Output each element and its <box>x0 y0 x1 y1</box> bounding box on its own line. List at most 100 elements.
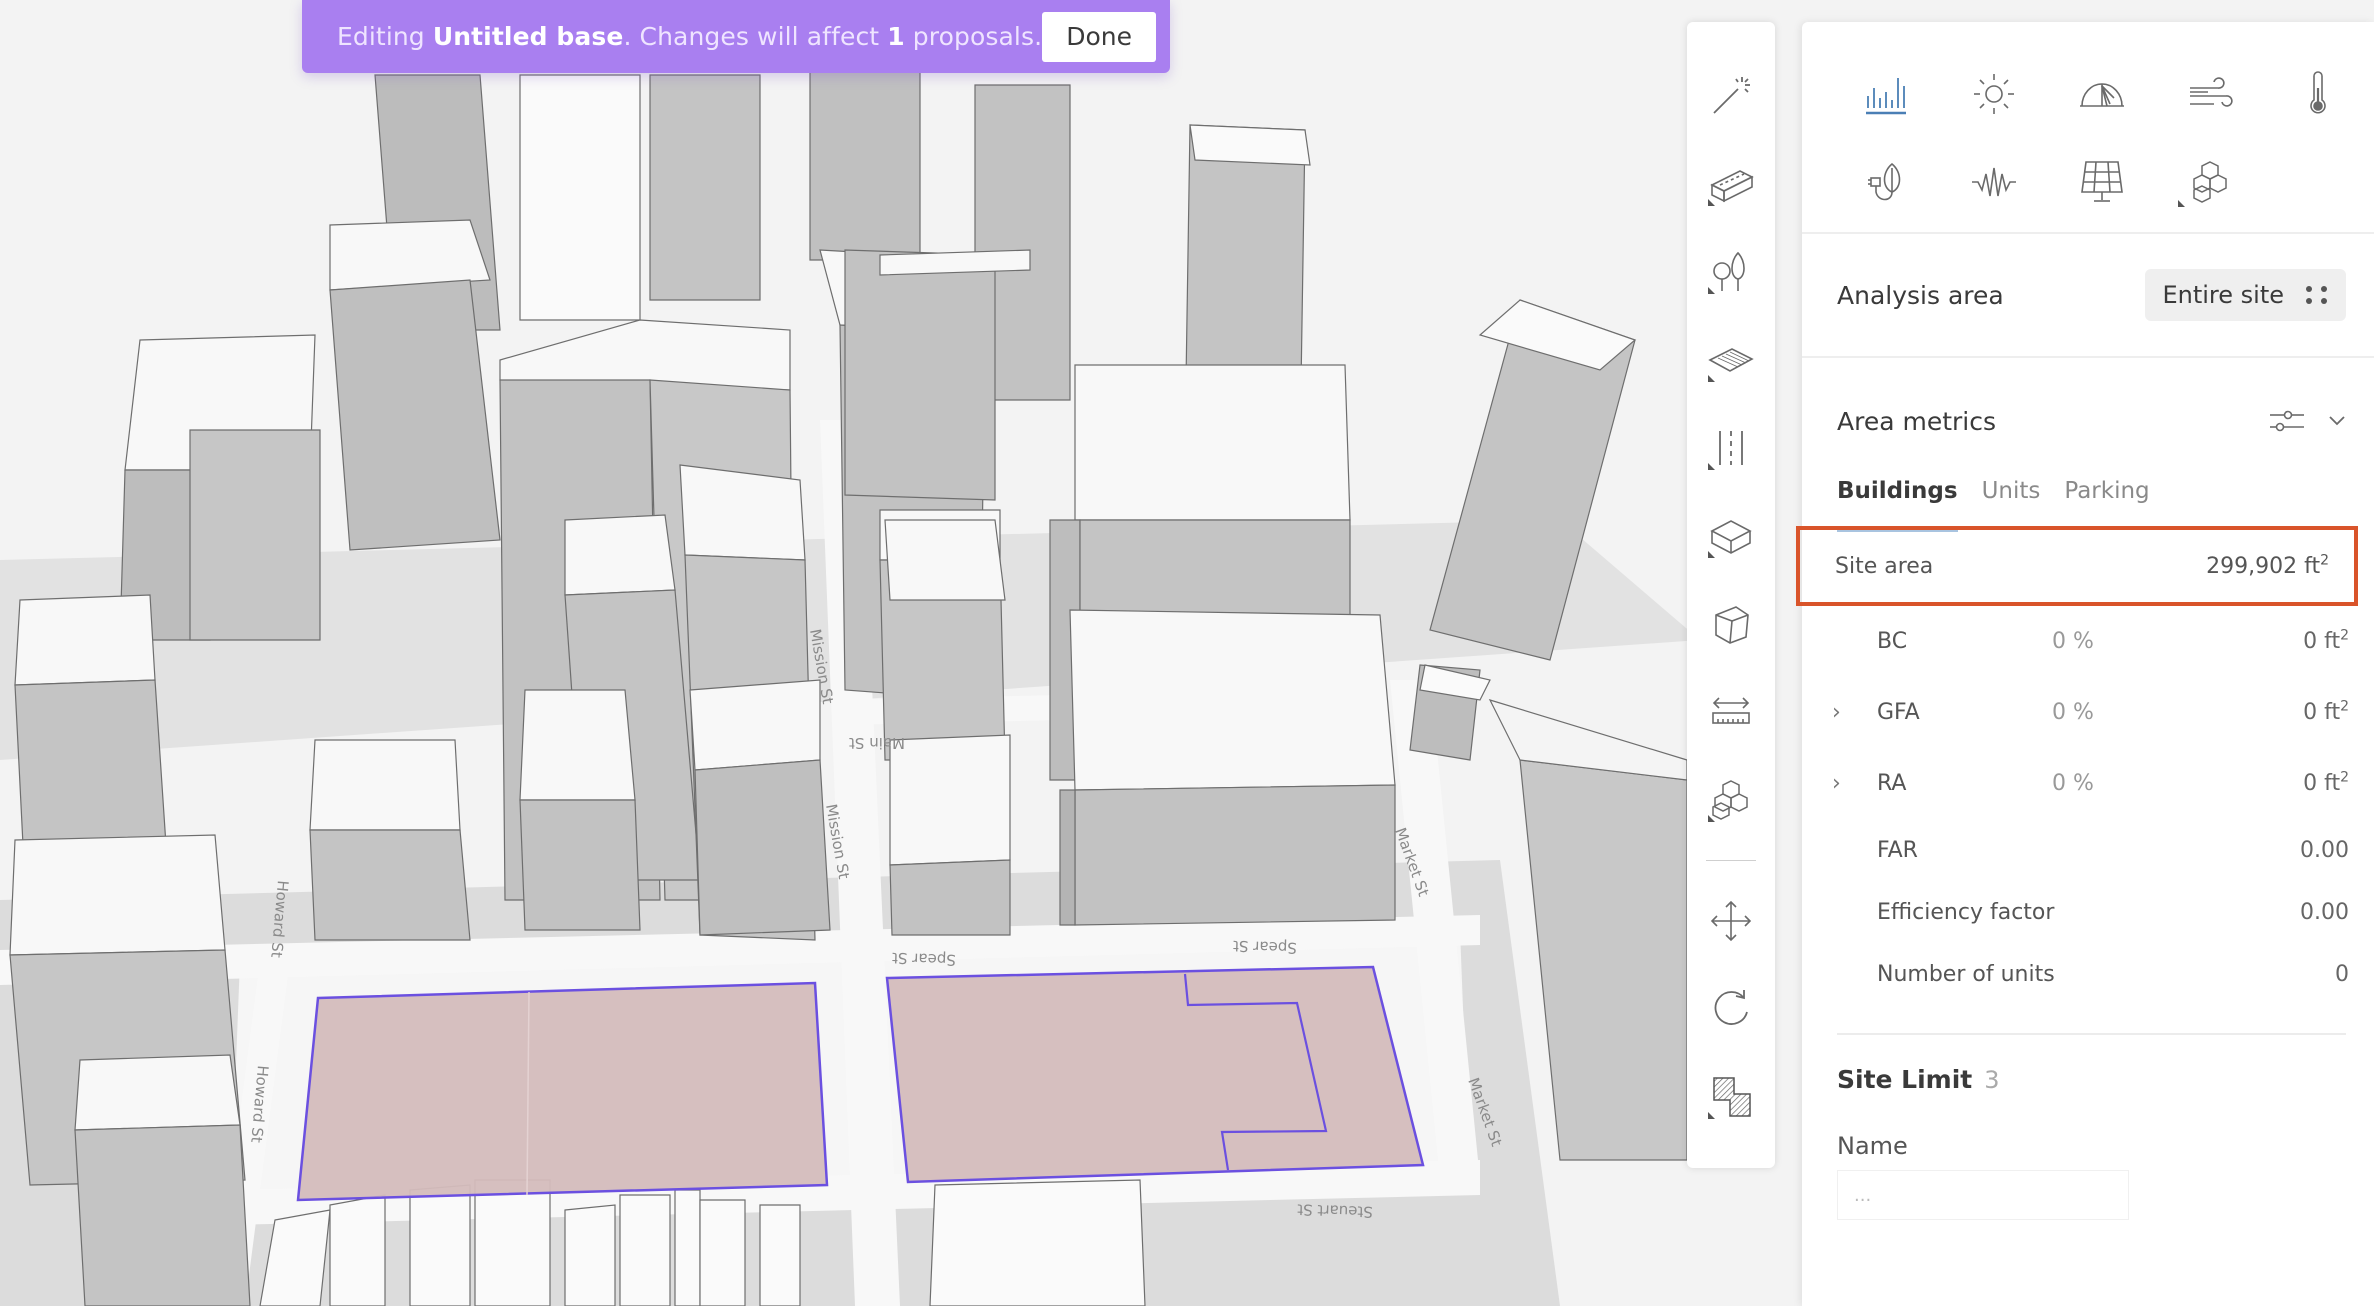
site-area-number: 299,902 ft <box>2206 553 2321 579</box>
thermometer-icon <box>2310 71 2326 114</box>
analysis-area-metrics[interactable] <box>1832 59 1940 129</box>
submenu-indicator <box>1708 199 1715 206</box>
tool-measure[interactable] <box>1698 668 1764 756</box>
street-label: Spear St <box>892 949 957 969</box>
banner-middle: . Changes will affect <box>623 22 888 51</box>
analysis-solar-energy[interactable] <box>2048 147 2156 217</box>
name-label: Name <box>1837 1132 1908 1160</box>
metric-row-bc: BC 0 % 0 ft2 <box>1802 606 2374 677</box>
tool-road[interactable] <box>1698 404 1764 492</box>
site-limit-title: Site Limit <box>1837 1065 1973 1094</box>
toolbar-divider <box>1706 860 1756 861</box>
tool-surface[interactable] <box>1698 316 1764 404</box>
select-area-icon <box>2306 286 2328 304</box>
site-area-label: Site area <box>1835 553 1934 579</box>
metric-row-gfa[interactable]: › GFA 0 % 0 ft2 <box>1802 677 2374 748</box>
submenu-indicator <box>2178 200 2185 207</box>
metric-label: Efficiency factor <box>1877 899 2055 925</box>
metric-label: Number of units <box>1877 961 2055 987</box>
volume-icon <box>1715 606 1749 644</box>
tool-rotate[interactable] <box>1698 965 1764 1053</box>
metric-value: 0.00 <box>2300 899 2349 925</box>
dome-icon <box>2080 83 2124 107</box>
submenu-indicator <box>1708 815 1715 822</box>
unit-superscript: 2 <box>2320 552 2329 569</box>
entire-site-button[interactable]: Entire site <box>2145 269 2346 321</box>
leaf-plug-icon <box>1868 162 1901 201</box>
metric-value: 0.00 <box>2300 837 2349 863</box>
tab-parking[interactable]: Parking <box>2064 478 2149 526</box>
tool-building[interactable] <box>1698 140 1764 228</box>
analysis-sun-hours[interactable] <box>1940 59 2048 129</box>
metric-number: 0 ft <box>2303 771 2341 796</box>
editing-message: Editing Untitled base. Changes will affe… <box>337 22 1042 51</box>
banner-prefix: Editing <box>337 22 433 51</box>
measure-icon <box>1712 697 1750 724</box>
metric-percent: 0 % <box>2052 700 2094 725</box>
tool-components[interactable] <box>1698 756 1764 844</box>
sliders-icon[interactable] <box>2268 408 2306 434</box>
analysis-noise[interactable] <box>1940 147 2048 217</box>
chevron-right-icon[interactable]: › <box>1832 700 1862 725</box>
street-label: Main St <box>849 734 905 752</box>
metric-row-efficiency-factor: Efficiency factor 0.00 <box>1802 881 2374 943</box>
submenu-indicator <box>1708 1112 1715 1119</box>
metric-percent: 0 % <box>2052 771 2094 796</box>
move-icon <box>1710 900 1752 942</box>
cubes-icon <box>2193 161 2227 203</box>
magic-wand-icon <box>1713 77 1750 114</box>
tool-site-limit[interactable] <box>1698 1053 1764 1141</box>
banner-suffix: proposals. <box>904 22 1043 51</box>
site-limit-count: 3 <box>1984 1066 2000 1094</box>
base-name: Untitled base <box>432 22 624 51</box>
tool-move[interactable] <box>1698 877 1764 965</box>
tab-units[interactable]: Units <box>1982 478 2041 526</box>
metric-value: 0 ft2 <box>2172 700 2349 725</box>
analysis-panel: Analysis area Entire site Area metrics B… <box>1796 22 2374 1306</box>
submenu-indicator <box>1708 287 1715 294</box>
analysis-energy[interactable] <box>1832 147 1940 217</box>
area-metrics-header: Area metrics <box>1802 358 2374 462</box>
tool-magic-wand[interactable] <box>1698 52 1764 140</box>
editing-banner: Editing Untitled base. Changes will affe… <box>302 0 1170 73</box>
submenu-indicator <box>1708 375 1715 382</box>
analysis-type-selector <box>1802 22 2374 234</box>
metric-value: 0 ft2 <box>2172 629 2349 654</box>
submenu-indicator <box>1708 463 1715 470</box>
metric-row-ra[interactable]: › RA 0 % 0 ft2 <box>1802 748 2374 819</box>
analysis-area-row: Analysis area Entire site <box>1802 234 2374 358</box>
chevron-down-icon[interactable] <box>2328 415 2346 427</box>
analysis-embodied-carbon[interactable] <box>2156 147 2264 217</box>
rotate-icon <box>1714 990 1748 1025</box>
wind-icon <box>2190 77 2233 107</box>
chevron-right-icon[interactable]: › <box>1832 771 1862 796</box>
tool-vegetation[interactable] <box>1698 228 1764 316</box>
unit-superscript: 2 <box>2340 769 2349 786</box>
metric-label: FAR <box>1877 837 1918 863</box>
analysis-microclimate[interactable] <box>2264 59 2372 129</box>
proposal-count: 1 <box>887 22 905 51</box>
tool-toolbar <box>1687 22 1775 1168</box>
tab-buildings[interactable]: Buildings <box>1837 478 1958 532</box>
unit-superscript: 2 <box>2340 627 2349 644</box>
metric-label: RA <box>1877 771 1907 796</box>
site-polygon-west[interactable] <box>296 981 829 1202</box>
analysis-daylight[interactable] <box>2048 59 2156 129</box>
done-button[interactable]: Done <box>1042 11 1156 62</box>
entire-site-label: Entire site <box>2162 281 2284 309</box>
name-input[interactable] <box>1837 1170 2129 1220</box>
sound-wave-icon <box>1972 167 2016 197</box>
analysis-wind[interactable] <box>2156 59 2264 129</box>
metric-value: 0 ft2 <box>2172 771 2349 796</box>
site-limit-section: Site Limit 3 Name <box>1802 1035 2374 1220</box>
sun-icon <box>1974 74 2014 114</box>
site-polygon-east[interactable] <box>885 965 1425 1184</box>
metric-label: GFA <box>1877 700 1920 725</box>
street-label: Spear St <box>1233 937 1298 957</box>
tool-volume[interactable] <box>1698 580 1764 668</box>
tool-zone[interactable] <box>1698 492 1764 580</box>
area-metrics-title: Area metrics <box>1837 406 1997 436</box>
bar-chart-icon <box>1866 78 1906 115</box>
site-area-value: 299,902 ft2 <box>2206 552 2329 579</box>
site-area-row: Site area 299,902 ft2 <box>1796 526 2358 606</box>
